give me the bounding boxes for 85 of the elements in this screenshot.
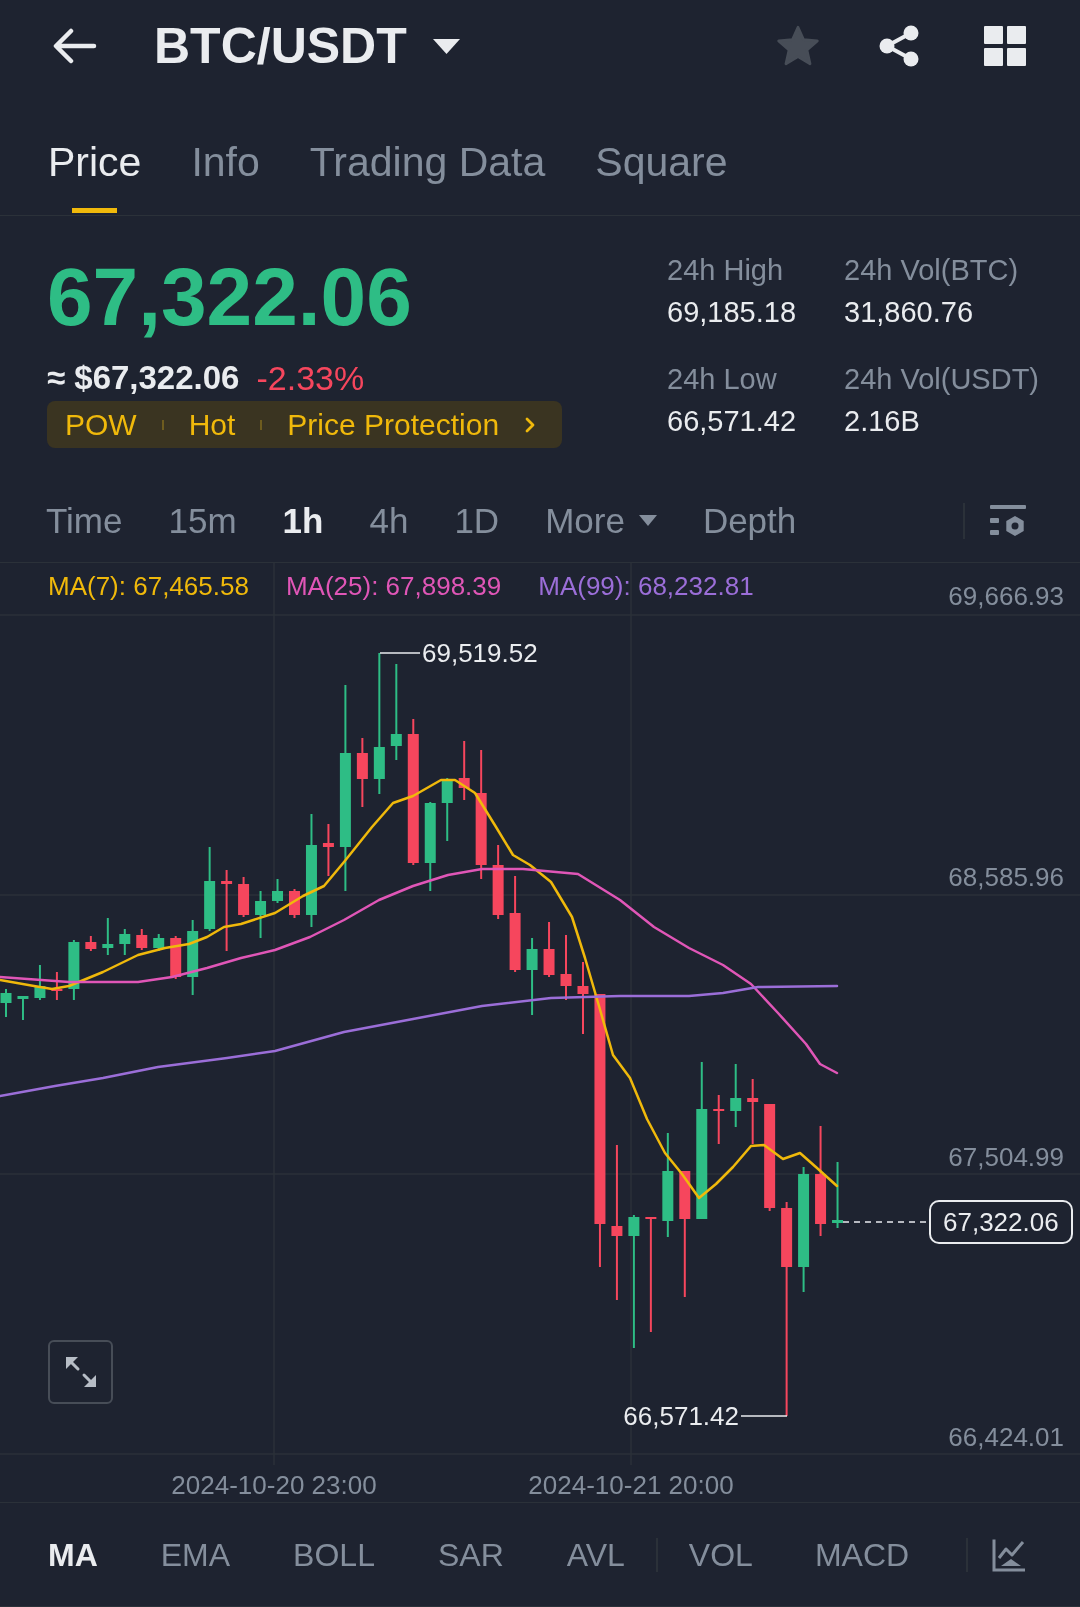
line-chart-icon[interactable] bbox=[992, 1537, 1026, 1572]
interval-tab[interactable]: 15m bbox=[168, 498, 237, 543]
interval-tab[interactable]: 1D bbox=[454, 498, 500, 543]
bearish-candle bbox=[543, 921, 555, 978]
bearish-candle bbox=[560, 934, 572, 1001]
bullish-candle bbox=[119, 928, 131, 956]
bearish-candle bbox=[356, 737, 368, 808]
share-icon[interactable] bbox=[878, 25, 920, 67]
stat-label: 24h Low bbox=[667, 362, 778, 397]
tab[interactable]: Trading Data bbox=[309, 138, 546, 213]
indicator-tab[interactable]: BOLL bbox=[293, 1534, 375, 1575]
leader-line bbox=[379, 652, 421, 654]
tag-label: Hot bbox=[188, 406, 236, 443]
chevron-right-icon bbox=[525, 416, 536, 433]
bearish-candle bbox=[322, 823, 334, 877]
stat-label: 24h Vol(USDT) bbox=[844, 362, 1039, 397]
back-arrow-icon bbox=[53, 28, 97, 64]
tag-bar[interactable]: POW Hot Price Protection bbox=[47, 401, 562, 448]
tag-label: Price Protection bbox=[287, 406, 500, 443]
stat-label: 24h Vol(BTC) bbox=[844, 253, 1020, 288]
bullish-candle bbox=[730, 1063, 742, 1128]
price-axis-label: 67,504.99 bbox=[948, 1142, 1064, 1172]
bearish-candle bbox=[747, 1078, 759, 1145]
leader-line bbox=[740, 1415, 788, 1417]
caret-down-icon bbox=[432, 38, 460, 54]
bullish-candle bbox=[68, 939, 80, 1001]
interval-tab[interactable]: 1h bbox=[282, 498, 324, 543]
high-price-label: 69,519.52 bbox=[422, 638, 538, 668]
indicator-tab[interactable]: AVL bbox=[566, 1534, 625, 1575]
indicator-tab[interactable]: MACD bbox=[814, 1534, 910, 1575]
bearish-candle bbox=[136, 928, 148, 951]
stat-value: 69,185.18 bbox=[667, 295, 797, 330]
selected-indicator bbox=[72, 208, 118, 213]
bullish-candle bbox=[255, 890, 267, 939]
tab[interactable]: Square bbox=[595, 138, 728, 213]
indicator-tab[interactable]: VOL bbox=[688, 1534, 753, 1575]
interval-dropdown[interactable]: More bbox=[545, 498, 657, 543]
bullish-candle bbox=[17, 995, 29, 1021]
tab[interactable]: Price bbox=[48, 138, 142, 213]
moving-average-legend: MA(25): 67,898.39 bbox=[285, 570, 502, 602]
bearish-candle bbox=[170, 935, 182, 980]
indicator-tab[interactable]: SAR bbox=[437, 1534, 504, 1575]
bullish-candle bbox=[441, 777, 453, 842]
last-price-tag: 67,322.06 bbox=[929, 1200, 1073, 1244]
indicator-tab[interactable]: EMA bbox=[160, 1534, 231, 1575]
price-change: -2.33% bbox=[256, 358, 365, 398]
stat-label: 24h High bbox=[667, 253, 785, 288]
tag-label: POW bbox=[65, 406, 137, 443]
bearish-candle bbox=[458, 740, 470, 801]
moving-average-legend: MA(99): 68,232.81 bbox=[538, 570, 754, 602]
low-price-label: 66,571.42 bbox=[623, 1401, 739, 1431]
expand-icon bbox=[63, 1355, 98, 1389]
bullish-candle bbox=[0, 988, 12, 1018]
fiat-price: ≈ $67,322.06 bbox=[47, 358, 240, 398]
bullish-candle bbox=[102, 917, 114, 956]
price-axis-label: 69,666.93 bbox=[948, 581, 1064, 611]
interval-tab[interactable]: Depth bbox=[702, 498, 797, 543]
bullish-candle bbox=[832, 1161, 844, 1229]
tab[interactable]: Info bbox=[191, 138, 260, 213]
grid-icon[interactable] bbox=[984, 26, 1026, 66]
pair-selector[interactable]: BTC/USDT bbox=[154, 16, 460, 76]
price-axis-label: 68,585.96 bbox=[948, 862, 1064, 892]
expand-button[interactable] bbox=[48, 1340, 113, 1404]
interval-tab[interactable]: 4h bbox=[369, 498, 409, 543]
stat-value: 66,571.42 bbox=[667, 404, 797, 439]
moving-average-legend: MA(7): 67,465.58 bbox=[48, 570, 249, 602]
time-axis-label: 2024-10-21 20:00 bbox=[528, 1470, 734, 1500]
time-axis-label: 2024-10-20 23:00 bbox=[171, 1470, 377, 1500]
star-icon[interactable] bbox=[776, 25, 820, 67]
back-button[interactable] bbox=[53, 28, 97, 64]
bearish-candle bbox=[85, 935, 97, 952]
bullish-candle bbox=[34, 964, 46, 1001]
stat-value: 2.16B bbox=[844, 404, 921, 439]
last-price: 67,322.06 bbox=[47, 252, 412, 342]
indicator-tab[interactable]: MA bbox=[48, 1534, 98, 1575]
bearish-candle bbox=[289, 888, 300, 919]
bearish-candle bbox=[51, 971, 63, 1001]
stat-value: 31,860.76 bbox=[844, 295, 974, 330]
bullish-candle bbox=[272, 878, 283, 904]
settings-icon[interactable] bbox=[990, 504, 1026, 537]
price-axis-label: 66,424.01 bbox=[948, 1422, 1064, 1452]
caret-down-icon bbox=[638, 515, 657, 526]
bearish-candle bbox=[238, 876, 250, 918]
bearish-candle bbox=[713, 1094, 725, 1145]
interval-tab[interactable]: Time bbox=[46, 498, 123, 543]
